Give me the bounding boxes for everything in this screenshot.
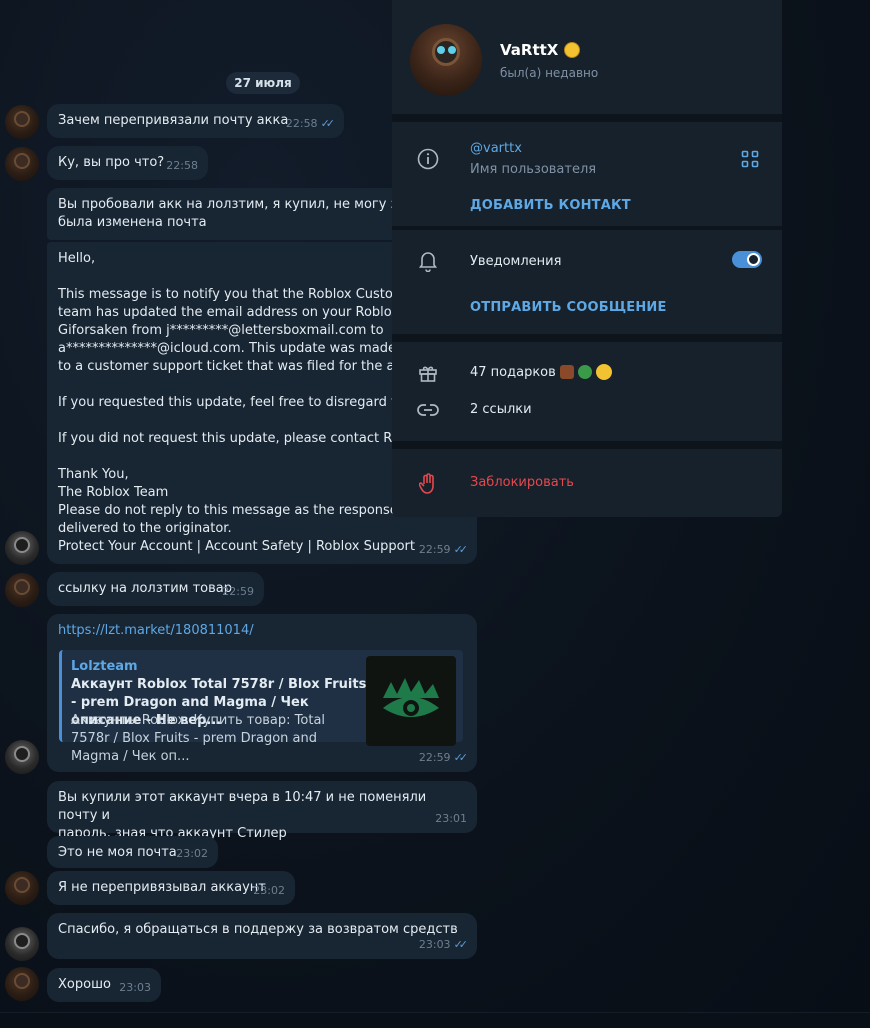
message-meta: 22:59 ✓✓ bbox=[418, 749, 469, 767]
divider bbox=[392, 114, 782, 122]
bell-icon bbox=[416, 249, 440, 273]
message-bubble[interactable]: Я не перепривязывал аккаунт 23:02 bbox=[47, 871, 295, 905]
gift-sticker-icon bbox=[559, 365, 574, 379]
divider bbox=[392, 441, 782, 449]
message-meta: 22:58 bbox=[166, 157, 198, 175]
message-bubble[interactable]: Это не моя почта 23:02 bbox=[47, 836, 218, 868]
gifts-row[interactable]: 47 подарков bbox=[470, 364, 612, 380]
message-time: 23:03 bbox=[418, 938, 451, 951]
message-bubble[interactable]: Хорошо 23:03 bbox=[47, 968, 161, 1002]
profile-avatar[interactable] bbox=[410, 24, 482, 96]
username[interactable]: @varttx bbox=[470, 141, 522, 156]
send-message-button[interactable]: ОТПРАВИТЬ СООБЩЕНИЕ bbox=[470, 300, 667, 315]
message-meta: 22:59 bbox=[222, 583, 254, 601]
message-time: 22:59 bbox=[418, 543, 451, 556]
read-ticks-icon: ✓✓ bbox=[453, 938, 469, 951]
emoji-status-icon bbox=[564, 42, 581, 58]
notifications-label: Уведомления bbox=[470, 254, 562, 269]
message-meta: 23:03 bbox=[119, 979, 151, 997]
message-time: 23:02 bbox=[176, 847, 208, 860]
message-time: 22:59 bbox=[418, 751, 451, 764]
message-text: Я не перепривязывал аккаунт bbox=[58, 880, 266, 895]
message-bubble[interactable]: ссылку на лолзтим товар 22:59 bbox=[47, 572, 264, 606]
message-text: Вы купили этот аккаунт вчера в 10:47 и н… bbox=[58, 790, 427, 841]
message-time: 23:01 bbox=[435, 812, 467, 825]
gift-sticker-icon bbox=[577, 365, 592, 379]
avatar[interactable] bbox=[5, 105, 39, 139]
message-bubble[interactable]: Зачем перепривязали почту акка 22:58 ✓✓ bbox=[47, 104, 344, 138]
divider bbox=[392, 334, 782, 342]
message-time: 23:03 bbox=[119, 981, 151, 994]
avatar[interactable] bbox=[5, 147, 39, 181]
gift-icon bbox=[416, 361, 440, 385]
message-bubble[interactable]: Спасибо, я обращаться в поддержу за возв… bbox=[47, 913, 477, 959]
block-button[interactable]: Заблокировать bbox=[470, 475, 574, 490]
avatar[interactable] bbox=[5, 927, 39, 961]
avatar[interactable] bbox=[5, 871, 39, 905]
message-meta: 22:59 ✓✓ bbox=[418, 541, 469, 559]
divider bbox=[392, 226, 782, 230]
add-contact-button[interactable]: ДОБАВИТЬ КОНТАКТ bbox=[470, 198, 631, 213]
message-meta: 23:02 bbox=[253, 882, 285, 900]
avatar[interactable] bbox=[5, 531, 39, 565]
message-bubble[interactable]: Вы купили этот аккаунт вчера в 10:47 и н… bbox=[47, 781, 477, 841]
avatar[interactable] bbox=[5, 740, 39, 774]
message-bubble[interactable]: Ку, вы про что? 22:58 bbox=[47, 146, 208, 180]
message-time: 22:58 bbox=[166, 159, 198, 172]
avatar[interactable] bbox=[5, 967, 39, 1001]
info-icon bbox=[416, 147, 440, 171]
message-link[interactable]: https://lzt.market/180811014/ bbox=[58, 622, 466, 640]
profile-name: VaRttX bbox=[500, 41, 559, 59]
read-ticks-icon: ✓✓ bbox=[320, 117, 336, 130]
message-bubble[interactable]: https://lzt.market/180811014/ Lolzteam А… bbox=[47, 614, 477, 772]
preview-description: Аккаунты Roblox. Купить товар: Total 757… bbox=[71, 713, 326, 764]
preview-site: Lolzteam bbox=[71, 659, 138, 674]
message-time: 22:58 bbox=[285, 117, 318, 130]
qr-code-icon[interactable] bbox=[738, 147, 762, 171]
composer-bar[interactable] bbox=[0, 1012, 870, 1028]
link-preview[interactable]: Lolzteam Аккаунт Roblox Total 7578r / Bl… bbox=[59, 650, 463, 764]
block-hand-icon bbox=[416, 472, 440, 496]
profile-panel: VaRttX был(а) недавно @varttx Имя пользо… bbox=[392, 0, 782, 517]
message-meta: 22:58 ✓✓ bbox=[285, 115, 336, 133]
notifications-toggle[interactable] bbox=[732, 251, 762, 268]
gifts-count: 47 подарков bbox=[470, 364, 556, 380]
lolzteam-logo-icon bbox=[383, 678, 439, 717]
date-separator: 27 июля bbox=[226, 72, 300, 94]
message-meta: 23:02 bbox=[176, 845, 208, 863]
username-caption: Имя пользователя bbox=[470, 162, 597, 177]
profile-name-row: VaRttX bbox=[500, 41, 581, 59]
message-time: 22:59 bbox=[222, 585, 254, 598]
link-icon bbox=[416, 398, 440, 422]
avatar[interactable] bbox=[5, 573, 39, 607]
message-meta: 23:01 bbox=[435, 810, 467, 828]
gift-sticker-icon bbox=[595, 364, 612, 380]
message-time: 23:02 bbox=[253, 884, 285, 897]
links-count[interactable]: 2 ссылки bbox=[470, 402, 532, 417]
read-ticks-icon: ✓✓ bbox=[453, 543, 469, 556]
read-ticks-icon: ✓✓ bbox=[453, 751, 469, 764]
profile-status: был(а) недавно bbox=[500, 66, 599, 80]
message-meta: 23:03 ✓✓ bbox=[418, 936, 469, 954]
message-text: Спасибо, я обращаться в поддержу за возв… bbox=[58, 922, 458, 937]
preview-thumbnail bbox=[366, 656, 456, 746]
